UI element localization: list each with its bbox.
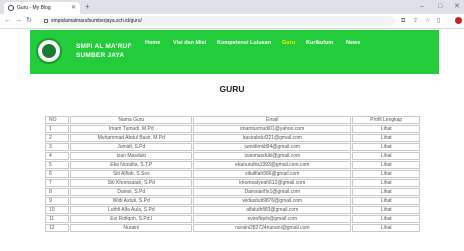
sidebar-icon[interactable]: ▯ (437, 17, 440, 25)
teacher-email: basirabdul321@gmail.com (193, 134, 352, 142)
profile-link[interactable]: Lihat (352, 134, 420, 142)
brand-name-line1: SMPI AL MA'RUF (76, 43, 132, 50)
teacher-email: sitialfiah586@gmail.com (193, 170, 352, 178)
teacher-email: Damsiarifin1@gmail.com (193, 188, 352, 196)
globe-icon (8, 5, 14, 11)
header-profil-lengkap: Profil Lengkap (352, 116, 420, 124)
back-icon[interactable]: ← (4, 16, 11, 26)
table-row: 4 Izan Masduki izanmasduki@gmail.com Lihat (45, 152, 420, 160)
profile-link[interactable]: Lihat (352, 161, 420, 169)
teacher-name: Damsi, S.Pd (70, 188, 193, 196)
teacher-table: NO Nama Guru Email Profil Lengkap 1 Imam … (44, 115, 421, 233)
nav-home[interactable]: Home (145, 40, 160, 46)
teacher-name: Evi Rofiqoh, S.Pd.I (70, 215, 193, 223)
profile-avatar[interactable] (455, 17, 462, 24)
nav-visi-misi[interactable]: Visi dan Misi (173, 40, 206, 46)
profile-link[interactable]: Lihat (352, 152, 420, 160)
table-row: 2 Muhammad Abdul Basir, M.Pd basirabdul321… (45, 134, 420, 142)
url-text: smpislamalmarufsumberjaya.sch.id/guru/ (51, 18, 142, 24)
profile-link[interactable]: Lihat (352, 179, 420, 187)
row-number: 10 (45, 206, 70, 214)
row-number: 9 (45, 197, 70, 205)
lock-icon (44, 19, 48, 23)
teacher-name: Siti Khomsatah, S.Pd (70, 179, 193, 187)
new-tab-icon[interactable]: + (85, 2, 90, 12)
teacher-name: Widi Astuti, S.Pd (70, 197, 193, 205)
teacher-email: khomsatyeah612@gmail.com (193, 179, 352, 187)
nav-news[interactable]: News (346, 40, 360, 46)
restore-icon[interactable]: □ (438, 2, 442, 12)
nav-guru[interactable]: Guru (282, 40, 295, 46)
teacher-email: widiastuti9876@gmail.com (193, 197, 352, 205)
header-no: NO (45, 116, 70, 124)
table-row: 6 Siti Alfiah, S.Sos sitialfiah586@gmail.c… (45, 170, 420, 178)
row-number: 4 (45, 152, 70, 160)
table-row: 8 Damsi, S.Pd Damsiarifin1@gmail.com Lihat (45, 188, 420, 196)
teacher-email: ekanurulita1993@gmail.com.com (193, 161, 352, 169)
teacher-name: Jumidi, S.Pd (70, 143, 193, 151)
browser-tab[interactable]: Guru - My Blog ✕ (4, 2, 80, 14)
teacher-email: izanmasduki@gmail.com (193, 152, 352, 160)
row-number: 2 (45, 134, 70, 142)
table-row: 12 Nuraini nuraini282724nuraini@gmail.com L… (45, 224, 420, 232)
school-logo[interactable] (36, 38, 62, 64)
brand-name-line2: SUMBER JAYA (76, 52, 125, 59)
table-row: 5 Eka Nurulita, S.T.P ekanurulita1993@gmai… (45, 161, 420, 169)
teacher-email: evirofiqoh@gmail.com (193, 215, 352, 223)
teacher-name: Muhammad Abdul Basir, M.Pd (70, 134, 193, 142)
tab-title: Guru - My Blog (17, 5, 51, 11)
profile-link[interactable]: Lihat (352, 188, 420, 196)
profile-link[interactable]: Lihat (352, 197, 420, 205)
profile-link[interactable]: Lihat (352, 125, 420, 133)
close-window-icon[interactable]: ✕ (454, 2, 460, 12)
row-number: 1 (45, 125, 70, 133)
profile-link[interactable]: Lihat (352, 143, 420, 151)
teacher-name: Eka Nurulita, S.T.P (70, 161, 193, 169)
teacher-name: Siti Alfiah, S.Sos (70, 170, 193, 178)
page-title: GURU (219, 84, 245, 94)
teacher-email: jumidimidi94@gmail.com (193, 143, 352, 151)
table-row: 3 Jumidi, S.Pd jumidimidi94@gmail.com Lihat (45, 143, 420, 151)
site-header: SMPI AL MA'RUF SUMBER JAYA Home Visi dan… (30, 30, 439, 74)
share-icon[interactable]: ⇪ (413, 17, 418, 25)
table-row: 7 Siti Khomsatah, S.Pd khomsatyeah612@gmai… (45, 179, 420, 187)
teacher-email: imamturmudi01@yahoo.com (193, 125, 352, 133)
table-header-row: NO Nama Guru Email Profil Lengkap (45, 116, 420, 124)
teacher-name: Luthfi Alfa Aula, S.Pd (70, 206, 193, 214)
profile-link[interactable]: Lihat (352, 224, 420, 232)
bookmark-star-icon[interactable]: ☆ (425, 17, 430, 25)
profile-link[interactable]: Lihat (352, 215, 420, 223)
teacher-name: Nuraini (70, 224, 193, 232)
teacher-name: Izan Masduki (70, 152, 193, 160)
table-row: 11 Evi Rofiqoh, S.Pd.I evirofiqoh@gmail.co… (45, 215, 420, 223)
row-number: 6 (45, 170, 70, 178)
profile-link[interactable]: Lihat (352, 170, 420, 178)
row-number: 12 (45, 224, 70, 232)
url-field[interactable]: smpislamalmarufsumberjaya.sch.id/guru/ (40, 16, 395, 26)
browser-tab-bar: Guru - My Blog ✕ + – □ ✕ (0, 0, 464, 14)
reload-icon[interactable]: ↻ (26, 16, 32, 26)
teacher-email: nuraini282724nuraini@gmail.com (193, 224, 352, 232)
teacher-name: Imam Tumudi, M.Pd (70, 125, 193, 133)
row-number: 11 (45, 215, 70, 223)
minimize-icon[interactable]: – (420, 2, 424, 12)
row-number: 5 (45, 161, 70, 169)
forward-icon[interactable]: → (15, 16, 22, 26)
table-row: 9 Widi Astuti, S.Pd widiastuti9876@gmail.c… (45, 197, 420, 205)
nav-kompetensi-lulusan[interactable]: Kompetensi Lulusan (217, 40, 271, 46)
row-number: 8 (45, 188, 70, 196)
teacher-email: alfaluthfi83@gmail.com (193, 206, 352, 214)
address-bar: ← → ↻ smpislamalmarufsumberjaya.sch.id/g… (0, 14, 464, 29)
table-row: 10 Luthfi Alfa Aula, S.Pd alfaluthfi83@gma… (45, 206, 420, 214)
nav-kurikulum[interactable]: Kurikulum (306, 40, 333, 46)
translate-icon[interactable]: ⧉ (401, 17, 405, 25)
header-nama-guru: Nama Guru (70, 116, 193, 124)
close-tab-icon[interactable]: ✕ (71, 4, 76, 11)
row-number: 3 (45, 143, 70, 151)
table-row: 1 Imam Tumudi, M.Pd imamturmudi01@yahoo.co… (45, 125, 420, 133)
profile-link[interactable]: Lihat (352, 206, 420, 214)
header-email: Email (193, 116, 352, 124)
row-number: 7 (45, 179, 70, 187)
